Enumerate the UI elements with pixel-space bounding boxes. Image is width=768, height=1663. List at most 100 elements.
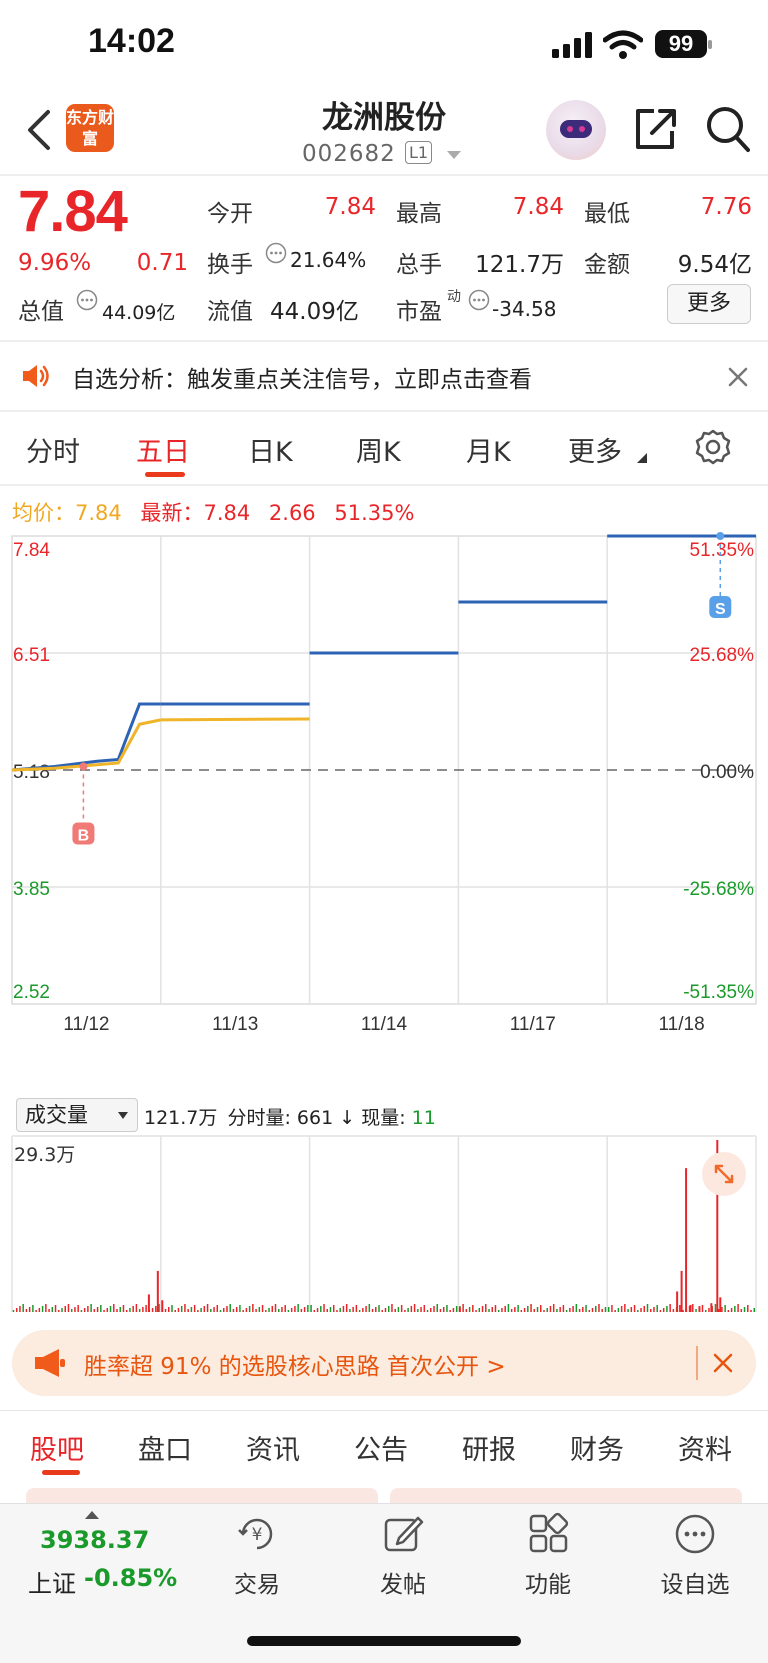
banner-divider <box>696 1346 698 1380</box>
expand-button[interactable] <box>702 1152 746 1196</box>
settings-gear-icon[interactable] <box>694 428 732 466</box>
tab-daily-k[interactable]: 日K <box>248 430 293 469</box>
trade-icon[interactable]: ¥ <box>235 1512 279 1556</box>
nav-trade[interactable]: 交易 <box>207 1565 307 1599</box>
post-icon[interactable] <box>382 1512 426 1556</box>
signal-icon <box>552 32 592 58</box>
series-line-average <box>160 717 310 722</box>
promo-text[interactable]: 胜率超 91% 的选股核心思路 首次公开 > <box>84 1347 506 1381</box>
info-dots-icon[interactable] <box>265 242 287 264</box>
tab-weekly-k[interactable]: 周K <box>356 430 401 469</box>
open-value: 7.84 <box>324 194 376 220</box>
open-label: 今开 <box>207 201 253 227</box>
float-cap-label: 流值 <box>207 299 253 325</box>
nav-post[interactable]: 发帖 <box>353 1565 453 1599</box>
speaker-icon <box>23 365 49 387</box>
minute-volume-label: 分时量: <box>227 1107 291 1129</box>
down-arrow-icon: ↓ <box>339 1107 356 1129</box>
close-icon[interactable] <box>712 1352 734 1374</box>
five-day-chart[interactable]: 7.84 51.35% 6.51 25.68% 5.18 0.00% 3.85 -25.68%… <box>0 532 768 1312</box>
search-icon[interactable] <box>704 104 752 154</box>
tab-research[interactable]: 研报 <box>462 1428 516 1467</box>
tab-news[interactable]: 资讯 <box>246 1428 300 1467</box>
wifi-icon <box>603 30 643 59</box>
x-tick-date: 11/13 <box>212 1014 258 1035</box>
tab-announcements[interactable]: 公告 <box>354 1428 408 1467</box>
avg-value: 7.84 <box>75 501 122 525</box>
turnover-value: 21.64% <box>290 248 367 272</box>
latest-change: 2.66 <box>268 501 316 525</box>
tab-profile[interactable]: 资料 <box>678 1428 732 1467</box>
divider <box>0 340 768 342</box>
stock-code: 002682 <box>302 141 396 167</box>
divider <box>0 410 768 412</box>
y-tick-right: 51.35% <box>690 540 755 561</box>
turnover-label: 换手 <box>207 252 253 278</box>
float-cap-value: 44.09亿 <box>270 299 359 325</box>
notice-text[interactable]: 自选分析：触发重点关注信号，立即点击查看 <box>72 360 532 394</box>
megaphone-icon <box>35 1349 65 1377</box>
pe-label: 市盈 <box>396 299 442 325</box>
now-volume-label: 现量: <box>361 1107 406 1129</box>
high-value: 7.84 <box>512 194 564 220</box>
change-pct: 9.96% <box>18 250 92 276</box>
card-edge <box>26 1488 378 1504</box>
avg-label: 均价： <box>12 501 75 525</box>
series-line-price <box>11 702 161 772</box>
tab-five-day[interactable]: 五日 <box>136 430 190 469</box>
expand-icon <box>714 1164 734 1184</box>
index-value[interactable]: 3938.37 <box>40 1526 149 1554</box>
y-tick-right: 25.68% <box>690 645 755 666</box>
volume-total: 121.7万 <box>144 1107 218 1129</box>
dropdown-caret-icon[interactable] <box>446 150 462 160</box>
corner-caret-icon <box>637 453 647 463</box>
svg-text:¥: ¥ <box>252 1525 263 1545</box>
watchlist-icon[interactable] <box>673 1512 717 1556</box>
amount-value: 9.54亿 <box>677 252 752 278</box>
level-badge: L1 <box>405 141 433 164</box>
low-label: 最低 <box>584 201 630 227</box>
active-tab-indicator <box>42 1470 80 1475</box>
index-name[interactable]: 上证 <box>28 1564 76 1599</box>
tab-intraday[interactable]: 分时 <box>26 430 80 469</box>
volume-label: 总手 <box>396 252 442 278</box>
market-cap-label: 总值 <box>18 299 64 325</box>
y-tick-right: -51.35% <box>683 982 754 1003</box>
tab-monthly-k[interactable]: 月K <box>466 430 511 469</box>
now-volume-value: 11 <box>411 1107 436 1129</box>
market-cap-value: 44.09亿 <box>102 302 176 324</box>
x-tick-date: 11/12 <box>63 1014 109 1035</box>
functions-icon[interactable] <box>527 1512 571 1556</box>
ai-assistant-icon[interactable] <box>546 100 606 160</box>
tab-finance[interactable]: 财务 <box>570 1428 624 1467</box>
high-label: 最高 <box>396 201 442 227</box>
y-tick-left: 5.18 <box>13 762 50 783</box>
volume-value: 121.7万 <box>475 252 564 278</box>
tab-more[interactable]: 更多 <box>568 430 622 469</box>
nav-functions[interactable]: 功能 <box>498 1565 598 1599</box>
info-dots-icon[interactable] <box>76 289 98 311</box>
y-tick-left: 7.84 <box>13 540 50 561</box>
more-button[interactable]: 更多 <box>667 284 751 324</box>
divider <box>0 174 768 176</box>
divider <box>0 484 768 486</box>
marker-dot <box>79 762 88 771</box>
tab-guba[interactable]: 股吧 <box>30 1428 84 1467</box>
y-tick-right: 0.00% <box>700 762 754 783</box>
pe-superscript: 动 <box>447 289 461 305</box>
up-caret-icon <box>85 1511 99 1519</box>
info-dots-icon[interactable] <box>468 289 490 311</box>
close-icon[interactable] <box>727 366 749 388</box>
y-tick-left: 6.51 <box>13 645 50 666</box>
y-tick-left: 3.85 <box>13 879 50 900</box>
tab-order-book[interactable]: 盘口 <box>138 1428 192 1467</box>
stock-name: 龙洲股份 <box>322 100 446 136</box>
back-arrow-icon[interactable] <box>24 108 54 152</box>
share-icon[interactable] <box>632 105 678 153</box>
volume-indicator-select[interactable]: 成交量 <box>16 1098 138 1132</box>
index-change[interactable]: -0.85% <box>84 1564 177 1592</box>
battery-tip <box>708 40 712 49</box>
x-tick-date: 11/17 <box>510 1014 556 1035</box>
current-price: 7.84 <box>18 179 128 244</box>
nav-watchlist[interactable]: 设自选 <box>645 1565 745 1599</box>
